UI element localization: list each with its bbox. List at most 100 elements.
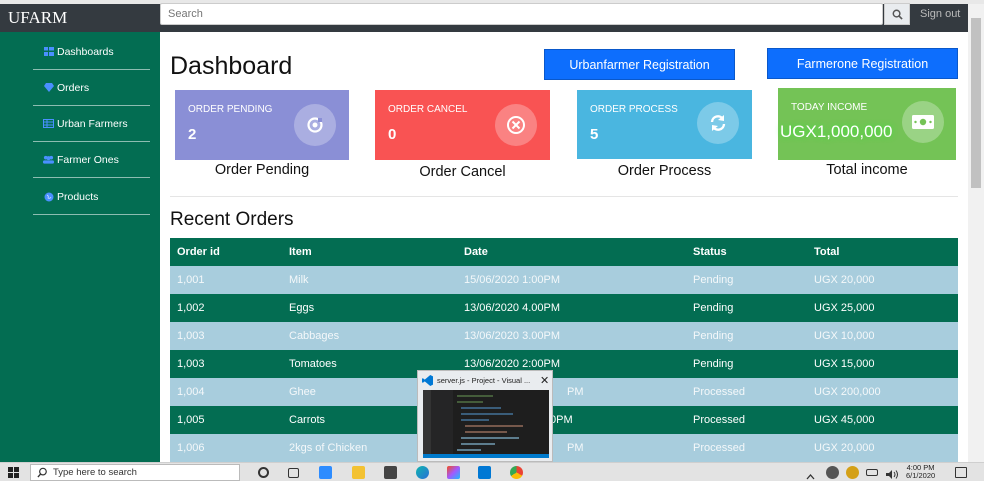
divider bbox=[170, 196, 958, 197]
column-header[interactable]: Status bbox=[686, 238, 807, 266]
refresh-icon bbox=[697, 102, 739, 144]
table-cell: UGX 10,000 bbox=[807, 322, 958, 350]
today-income-card[interactable]: TODAY INCOME UGX1,000,000 bbox=[778, 88, 956, 160]
volume-icon[interactable] bbox=[886, 467, 899, 480]
users-icon bbox=[43, 155, 54, 165]
pending-icon bbox=[294, 104, 336, 146]
sidebar-item-label: Orders bbox=[57, 81, 90, 94]
zoom-icon[interactable] bbox=[319, 466, 332, 479]
table-row[interactable]: 1,002 Eggs 13/06/2020 4.00PM Pending UGX… bbox=[170, 294, 958, 322]
table-cell: 13/06/2020 4.00PM bbox=[457, 294, 686, 322]
card-label: ORDER CANCEL bbox=[388, 104, 468, 115]
card-label: ORDER PENDING bbox=[188, 104, 273, 115]
table-cell: 1,004 bbox=[170, 378, 282, 406]
sidebar-item-urban-farmers[interactable]: Urban Farmers bbox=[33, 106, 150, 142]
column-header[interactable]: Date bbox=[457, 238, 686, 266]
table-icon bbox=[43, 119, 54, 129]
column-header[interactable]: Item bbox=[282, 238, 457, 266]
column-header[interactable]: Total bbox=[807, 238, 958, 266]
sidebar-item-label: Urban Farmers bbox=[57, 117, 128, 130]
card-value: UGX1,000,000 bbox=[780, 122, 893, 141]
table-cell: UGX 20,000 bbox=[807, 434, 958, 462]
card-caption: Total income bbox=[826, 162, 908, 178]
card-caption: Order Process bbox=[617, 163, 712, 179]
gem-icon bbox=[43, 83, 54, 93]
sidebar-item-farmer-ones[interactable]: Farmer Ones bbox=[33, 142, 150, 178]
chevron-up-icon[interactable] bbox=[806, 468, 815, 481]
table-cell: Processed bbox=[686, 406, 807, 434]
search-icon bbox=[37, 467, 47, 478]
store-icon[interactable] bbox=[384, 466, 397, 479]
table-cell: 1,003 bbox=[170, 322, 282, 350]
card-caption: Order Pending bbox=[214, 162, 310, 178]
table-cell: 1,005 bbox=[170, 406, 282, 434]
urbanfarmer-registration-button[interactable]: Urbanfarmer Registration bbox=[544, 49, 735, 80]
table-cell: 1,001 bbox=[170, 266, 282, 294]
table-cell: UGX 15,000 bbox=[807, 350, 958, 378]
table-cell: Eggs bbox=[282, 294, 457, 322]
table-cell: 15/06/2020 1:00PM bbox=[457, 266, 686, 294]
sidebar-item-dashboards[interactable]: Dashboards bbox=[33, 34, 150, 70]
table-cell: 1,006 bbox=[170, 434, 282, 462]
table-cell: 13/06/2020 3.00PM bbox=[457, 322, 686, 350]
app-tray-icon[interactable] bbox=[826, 466, 839, 479]
chrome-icon[interactable] bbox=[510, 466, 523, 479]
page-title: Dashboard bbox=[170, 52, 293, 80]
brand-logo[interactable]: UFARM bbox=[0, 8, 160, 28]
sidebar-item-orders[interactable]: Orders bbox=[33, 70, 150, 106]
taskbar-window-preview[interactable]: server.js - Project - Visual ... ✕ bbox=[417, 370, 553, 462]
cortana-icon[interactable] bbox=[258, 467, 269, 478]
sidebar: Dashboards Orders Urban Farmers Farmer O… bbox=[0, 32, 160, 462]
table-row[interactable]: 1,004 Ghee PM Processed UGX 200,000 bbox=[170, 378, 958, 406]
order-process-card[interactable]: ORDER PROCESS 5 bbox=[577, 90, 752, 159]
table-cell: UGX 25,000 bbox=[807, 294, 958, 322]
table-row[interactable]: 1,003 Tomatoes 13/06/2020 2:00PM Pending… bbox=[170, 350, 958, 378]
table-row[interactable]: 1,005 Carrots 0PM Processed UGX 45,000 bbox=[170, 406, 958, 434]
taskbar-search-box[interactable]: Type here to search bbox=[30, 464, 240, 481]
card-value: 2 bbox=[188, 126, 197, 143]
sidebar-item-label: Products bbox=[57, 190, 99, 203]
table-row[interactable]: 1,006 2kgs of Chicken PM Processed UGX 2… bbox=[170, 434, 958, 462]
search-icon bbox=[892, 9, 903, 20]
close-icon[interactable]: ✕ bbox=[540, 374, 549, 387]
page-scrollbar[interactable] bbox=[968, 4, 984, 462]
figma-icon[interactable] bbox=[447, 466, 460, 479]
column-header[interactable]: Order id bbox=[170, 238, 282, 266]
search-button[interactable] bbox=[884, 3, 910, 25]
order-cancel-card[interactable]: ORDER CANCEL 0 bbox=[375, 90, 550, 160]
preview-title: server.js - Project - Visual ... bbox=[437, 376, 531, 385]
search-input[interactable] bbox=[160, 3, 883, 25]
windows-start-icon[interactable] bbox=[8, 467, 19, 478]
preview-thumbnail[interactable] bbox=[423, 390, 549, 458]
grid-icon bbox=[43, 47, 54, 57]
scrollbar-thumb[interactable] bbox=[971, 18, 981, 188]
table-cell: 1,002 bbox=[170, 294, 282, 322]
table-row[interactable]: 1,001 Milk 15/06/2020 1:00PM Pending UGX… bbox=[170, 266, 958, 294]
task-view-icon[interactable] bbox=[288, 468, 299, 478]
table-cell: Processed bbox=[686, 378, 807, 406]
vscode-icon[interactable] bbox=[478, 466, 491, 479]
file-explorer-icon[interactable] bbox=[352, 466, 365, 479]
table-cell: Cabbages bbox=[282, 322, 457, 350]
farmerone-registration-button[interactable]: Farmerone Registration bbox=[767, 48, 958, 79]
recent-orders-table: Order id Item Date Status Total 1,001 Mi… bbox=[170, 238, 958, 462]
taskbar-clock[interactable]: 4:00 PM 6/1/2020 bbox=[906, 464, 935, 480]
table-row[interactable]: 1,003 Cabbages 13/06/2020 3.00PM Pending… bbox=[170, 322, 958, 350]
table-cell: Pending bbox=[686, 350, 807, 378]
table-cell: Pending bbox=[686, 266, 807, 294]
edge-icon[interactable] bbox=[416, 466, 429, 479]
sidebar-item-products[interactable]: Products bbox=[33, 179, 150, 215]
sidebar-item-label: Farmer Ones bbox=[57, 153, 119, 166]
notification-icon[interactable] bbox=[955, 467, 967, 478]
order-pending-card[interactable]: ORDER PENDING 2 bbox=[175, 90, 349, 160]
table-cell: 1,003 bbox=[170, 350, 282, 378]
globe-icon bbox=[43, 192, 54, 202]
app-tray-icon[interactable] bbox=[846, 466, 859, 479]
sign-out-link[interactable]: Sign out bbox=[920, 8, 960, 20]
sidebar-item-label: Dashboards bbox=[57, 45, 114, 58]
card-value: 0 bbox=[388, 126, 397, 143]
table-cell: Processed bbox=[686, 434, 807, 462]
vscode-icon bbox=[422, 375, 433, 386]
card-caption: Order Cancel bbox=[419, 164, 506, 180]
battery-icon[interactable] bbox=[866, 469, 878, 476]
